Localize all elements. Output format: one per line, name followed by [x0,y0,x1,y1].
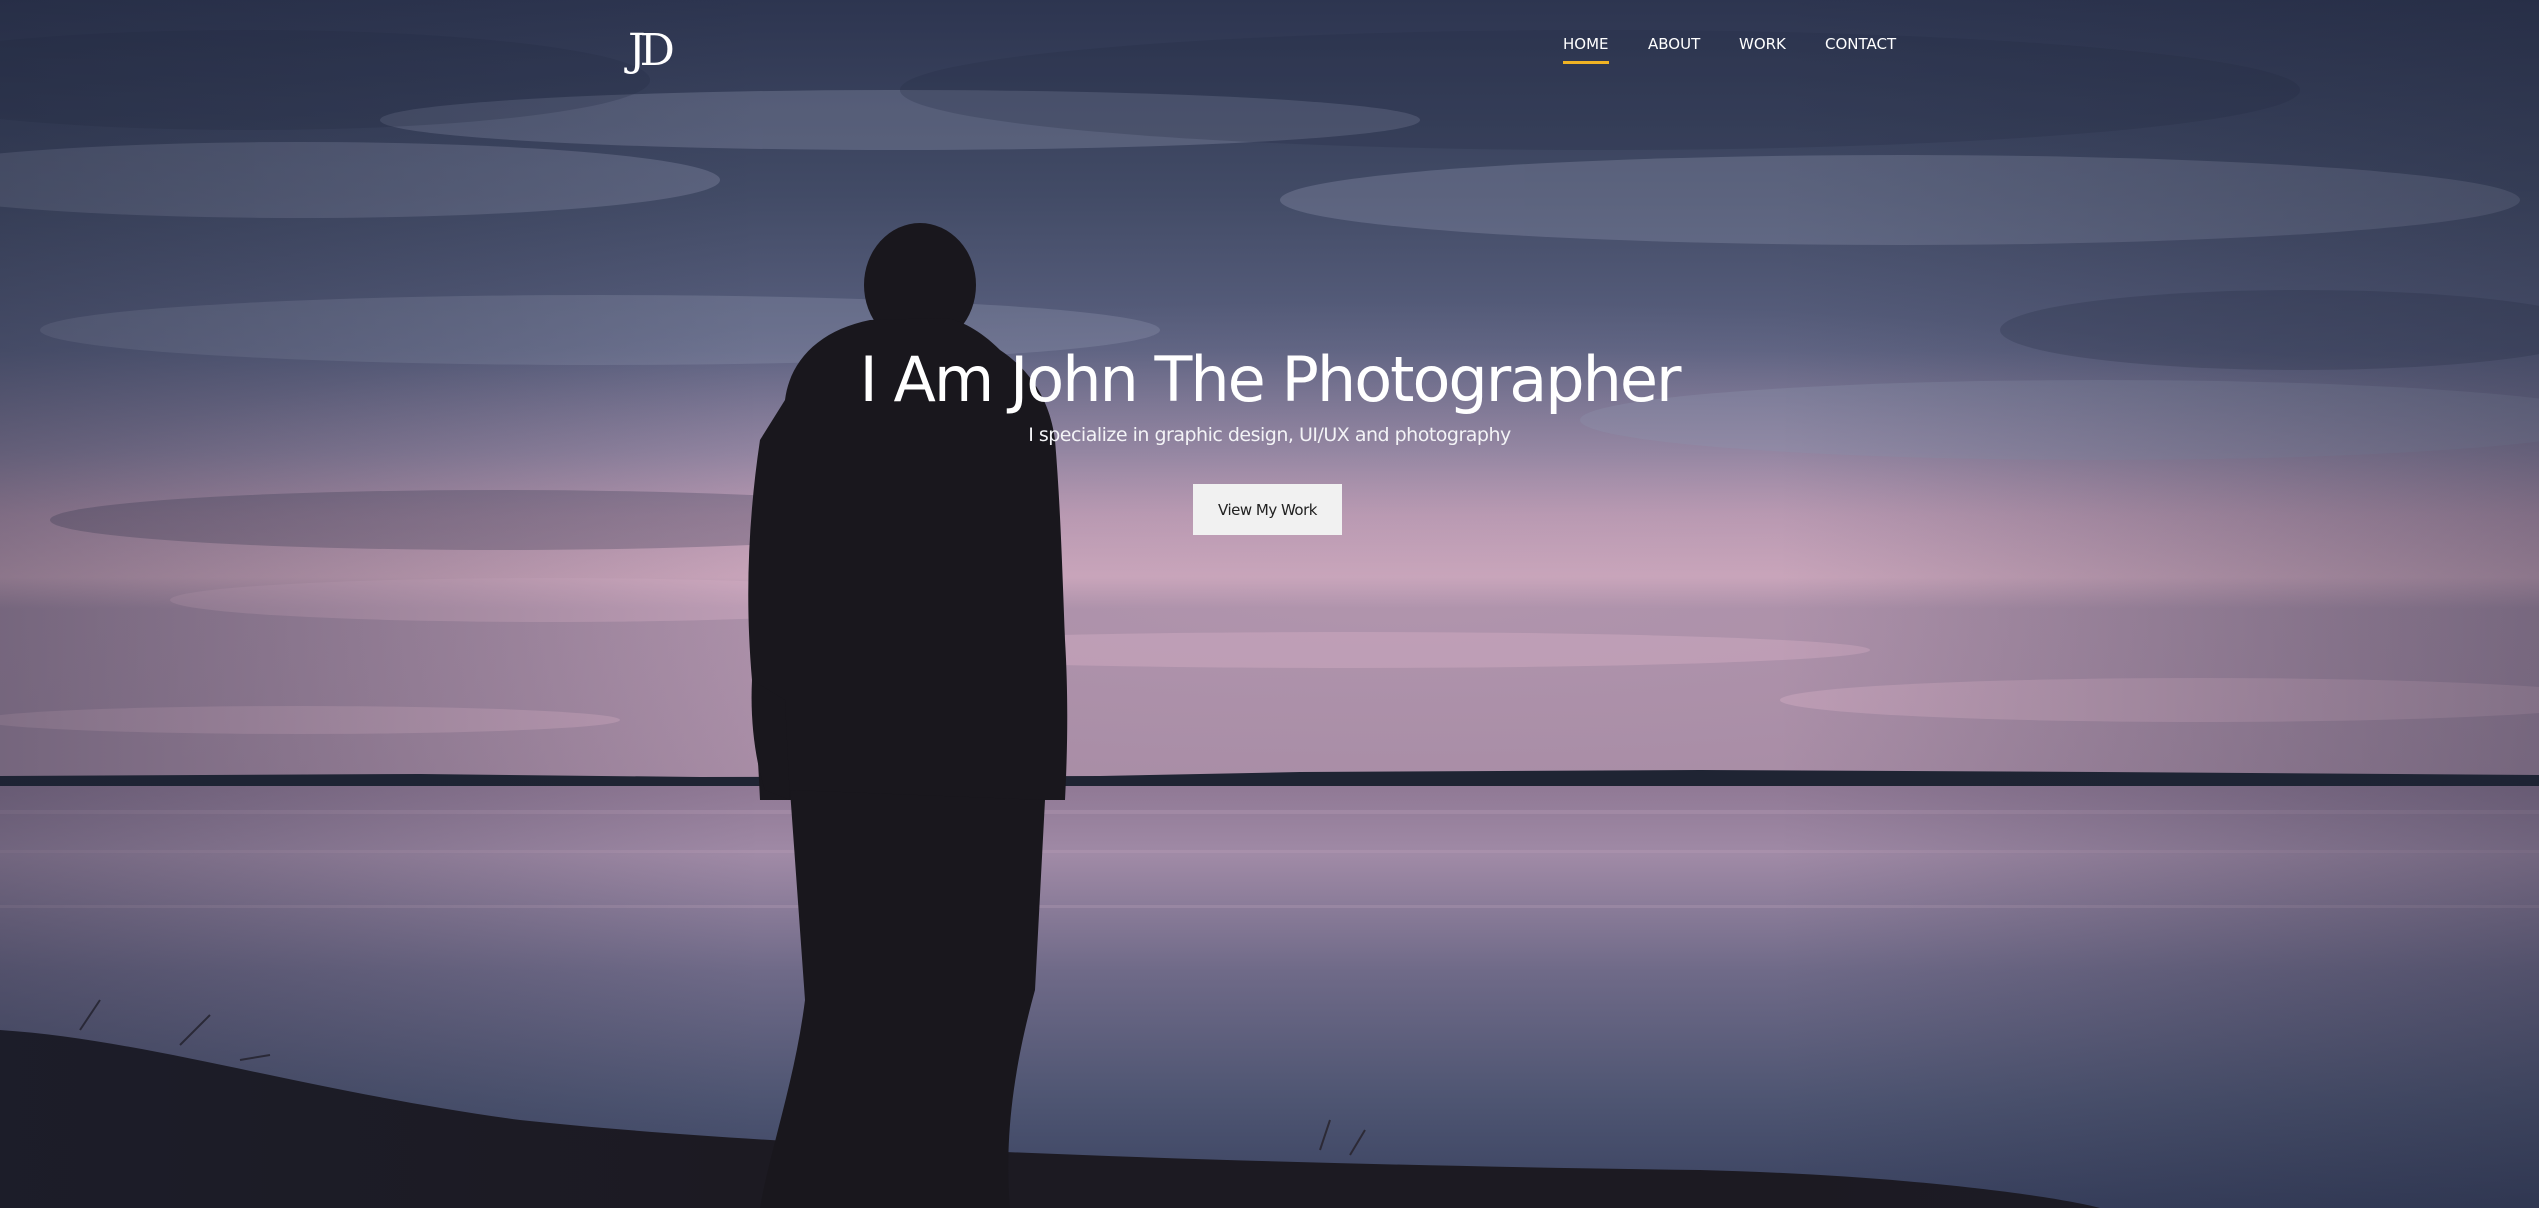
nav-item-home[interactable]: HOME [1563,34,1609,64]
hero-subtitle: I specialize in graphic design, UI/UX an… [1028,424,1511,446]
site-header: JD HOME ABOUT WORK CONTACT [0,0,2539,90]
site-logo[interactable]: JD [628,24,698,78]
hero-background-image [0,0,2539,1208]
hero-title: I Am John The Photographer [859,343,1681,416]
nav-item-work[interactable]: WORK [1739,34,1786,58]
logo-text: JD [628,25,675,76]
nav-item-contact[interactable]: CONTACT [1825,34,1896,58]
nav-item-about[interactable]: ABOUT [1648,34,1700,58]
hero-section: JD HOME ABOUT WORK CONTACT I Am John The… [0,0,2539,1208]
view-my-work-button[interactable]: View My Work [1193,484,1342,535]
